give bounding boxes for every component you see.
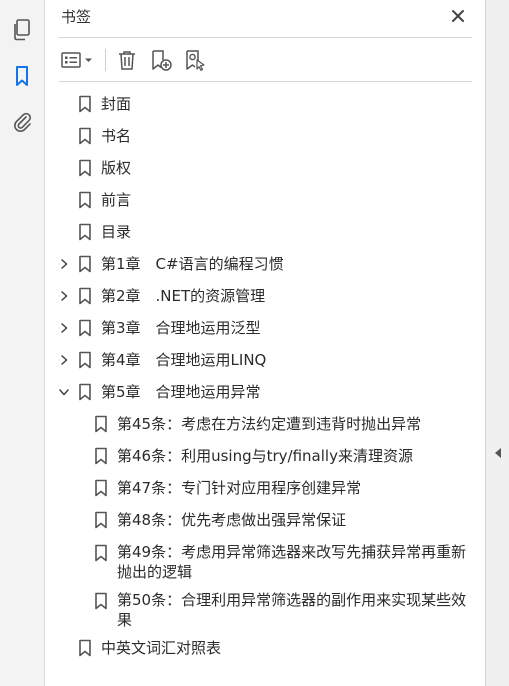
delete-bookmark-icon — [119, 51, 135, 70]
bookmark-label: 第45条：考虑在方法约定遭到违背时抛出异常 — [117, 415, 422, 433]
bookmark-icon — [78, 223, 92, 241]
pages-icon[interactable] — [8, 16, 36, 44]
bookmark-item[interactable]: 第49条：考虑用异常筛选器来改写先捕获异常再重新抛出的逻辑 — [45, 536, 484, 584]
bookmark-label: 第2章 .NET的资源管理 — [101, 287, 266, 305]
bookmark-icon — [78, 159, 92, 177]
bookmark-item[interactable]: 第48条：优先考虑做出强异常保证 — [45, 504, 484, 536]
bookmark-label: 第1章 C#语言的编程习惯 — [101, 255, 284, 273]
bookmark-label: 第3章 合理地运用泛型 — [101, 319, 261, 337]
divider — [59, 37, 472, 38]
bookmark-icon — [78, 191, 92, 209]
chevron-right-icon[interactable] — [58, 257, 70, 271]
delete-bookmark-button[interactable] — [110, 46, 144, 74]
bookmark-icon — [94, 592, 108, 610]
divider — [59, 81, 472, 82]
bookmark-icon — [78, 319, 92, 337]
bookmark-label: 中英文词汇对照表 — [101, 639, 222, 657]
bookmark-icon — [94, 415, 108, 433]
bookmark-icon — [78, 351, 92, 369]
bookmark-icon — [78, 255, 92, 273]
bookmark-icon — [78, 127, 92, 145]
new-bookmark-from-selection-icon — [186, 50, 205, 71]
bookmark-item[interactable]: 第3章 合理地运用泛型 — [45, 312, 484, 344]
bookmark-item[interactable]: 书名 — [45, 120, 484, 152]
chevron-right-icon[interactable] — [58, 289, 70, 303]
options-menu-icon — [61, 52, 92, 68]
bookmark-icon — [94, 447, 108, 465]
bookmark-label: 第5章 合理地运用异常 — [101, 383, 261, 401]
collapse-panel-icon[interactable] — [492, 444, 504, 462]
bookmark-item[interactable]: 目录 — [45, 216, 484, 248]
new-bookmark-button[interactable] — [144, 46, 178, 74]
bookmark-label: 封面 — [101, 95, 132, 113]
bookmark-label: 目录 — [101, 223, 132, 241]
bookmark-label: 第47条：专门针对应用程序创建异常 — [117, 479, 362, 497]
bookmark-icon — [78, 287, 92, 305]
bookmark-icon — [78, 639, 92, 657]
bookmark-toolbar — [59, 44, 479, 76]
document-edge — [485, 0, 509, 686]
chevron-right-icon[interactable] — [58, 353, 70, 367]
bookmark-label: 前言 — [101, 191, 132, 209]
bookmark-label: 第48条：优先考虑做出强异常保证 — [117, 511, 347, 529]
bookmark-label: 书名 — [101, 127, 132, 145]
bookmark-item[interactable]: 第2章 .NET的资源管理 — [45, 280, 484, 312]
bookmark-icon[interactable] — [8, 62, 36, 90]
bookmark-icon — [94, 544, 108, 562]
bookmark-item[interactable]: 封面 — [45, 88, 484, 120]
bookmark-item[interactable]: 中英文词汇对照表 — [45, 632, 484, 664]
bookmarks-panel: 书签 封面 书名 版权 前言 目录 第1章 C#语言的编程习惯 第2章 .NET… — [45, 0, 484, 686]
chevron-right-icon[interactable] — [58, 321, 70, 335]
toolbar-separator — [105, 49, 106, 71]
bookmark-label: 第46条：利用using与try/finally来清理资源 — [117, 447, 413, 465]
close-icon[interactable] — [448, 6, 468, 26]
bookmark-icon — [94, 511, 108, 529]
bookmark-item[interactable]: 前言 — [45, 184, 484, 216]
bookmark-item[interactable]: 版权 — [45, 152, 484, 184]
bookmark-icon — [78, 383, 92, 401]
bookmark-item[interactable]: 第45条：考虑在方法约定遭到违背时抛出异常 — [45, 408, 484, 440]
navigation-rail — [0, 0, 45, 686]
bookmark-label: 第49条：考虑用异常筛选器来改写先捕获异常再重新抛出的逻辑 — [117, 543, 467, 581]
attachment-icon[interactable] — [8, 108, 36, 136]
bookmark-icon — [78, 95, 92, 113]
new-bookmark-icon — [152, 50, 172, 71]
bookmark-tree: 封面书名版权前言目录第1章 C#语言的编程习惯 第2章 .NET的资源管理 第3章 … — [45, 88, 484, 664]
bookmark-item[interactable]: 第46条：利用using与try/finally来清理资源 — [45, 440, 484, 472]
bookmark-item[interactable]: 第4章 合理地运用LINQ — [45, 344, 484, 376]
new-bookmark-from-selection-button[interactable] — [178, 46, 212, 74]
bookmark-item[interactable]: 第5章 合理地运用异常 — [45, 376, 484, 408]
bookmark-label: 第50条：合理利用异常筛选器的副作用来实现某些效果 — [117, 591, 467, 629]
bookmark-item[interactable]: 第47条：专门针对应用程序创建异常 — [45, 472, 484, 504]
bookmark-icon — [94, 479, 108, 497]
panel-title: 书签 — [61, 8, 92, 26]
chevron-down-icon[interactable] — [58, 385, 70, 399]
bookmark-item[interactable]: 第50条：合理利用异常筛选器的副作用来实现某些效果 — [45, 584, 484, 632]
bookmark-item[interactable]: 第1章 C#语言的编程习惯 — [45, 248, 484, 280]
bookmark-label: 第4章 合理地运用LINQ — [101, 351, 267, 369]
bookmark-label: 版权 — [101, 159, 132, 177]
options-menu-button[interactable] — [59, 46, 99, 74]
